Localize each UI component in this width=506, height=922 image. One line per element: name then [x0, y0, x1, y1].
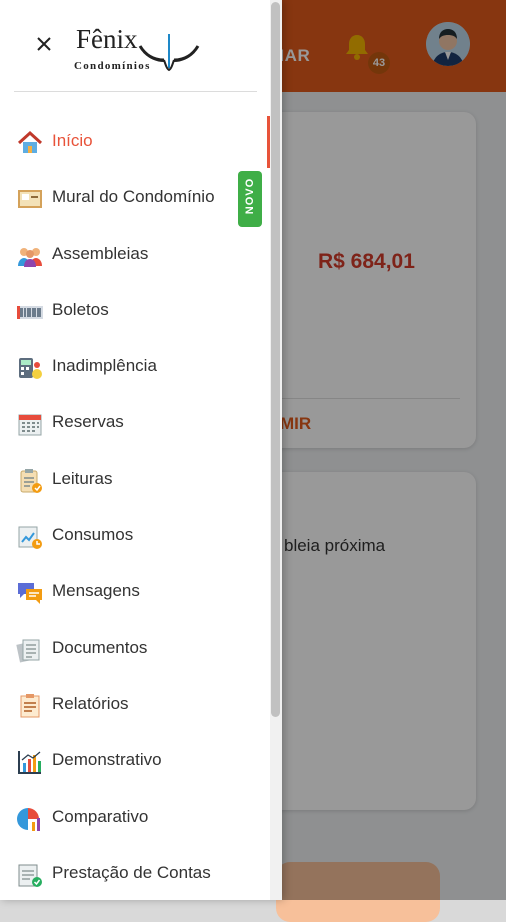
menu-label: Demonstrativo: [52, 750, 162, 770]
menu-label: Comparativo: [52, 806, 149, 826]
menu-item-mensagens[interactable]: Mensagens: [0, 564, 270, 620]
menu-item-assembleias[interactable]: Assembleias: [0, 227, 270, 283]
menu-label: Relatórios: [52, 693, 129, 713]
menu-label: Mensagens: [52, 581, 140, 601]
menu-item-documentos[interactable]: Documentos: [0, 621, 270, 677]
accountability-icon: [16, 861, 44, 889]
menu-item-leituras[interactable]: Leituras: [0, 452, 270, 508]
menu-label: Inadimplência: [52, 356, 157, 376]
menu-item-comparativo[interactable]: Comparativo: [0, 790, 270, 846]
comparison-chart-icon: [16, 805, 44, 833]
menu-label: Início: [52, 131, 93, 150]
debt-calculator-icon: [16, 354, 44, 382]
documents-icon: [16, 636, 44, 664]
menu-label: Documentos: [52, 637, 148, 657]
drawer-divider: [14, 91, 257, 92]
menu-label: Consumos: [52, 525, 134, 545]
menu-label: Assembleias: [52, 243, 149, 263]
drawer-menu: Início Mural do Condomínio Assembleias B…: [0, 114, 270, 902]
menu-item-reservas[interactable]: Reservas: [0, 395, 270, 451]
logo-name: Fênix: [76, 24, 138, 54]
clipboard-reading-icon: [16, 467, 44, 495]
barcode-icon: [16, 298, 44, 326]
phoenix-icon: [138, 34, 200, 72]
navigation-drawer: Fênix Condomínios Início Mural do Condom…: [0, 0, 282, 900]
menu-label: Prestação de Contas: [52, 862, 211, 882]
home-icon: [16, 129, 44, 157]
chat-bubbles-icon: [16, 579, 44, 607]
menu-item-prestacao-de-contas[interactable]: Prestação de Contas: [0, 846, 270, 902]
menu-item-consumos[interactable]: Consumos: [0, 508, 270, 564]
menu-label: Boletos: [52, 299, 109, 319]
menu-label: Reservas: [52, 412, 124, 432]
calendar-icon: [16, 410, 44, 438]
menu-label: Mural do Condomínio: [52, 187, 215, 207]
new-badge-label: NOVO: [244, 177, 256, 215]
menu-item-demonstrativo[interactable]: Demonstrativo: [0, 733, 270, 789]
people-meeting-icon: [16, 242, 44, 270]
bulletin-board-icon: [16, 185, 44, 213]
menu-item-inicio[interactable]: Início: [0, 114, 270, 170]
menu-item-relatorios[interactable]: Relatórios: [0, 677, 270, 733]
bar-chart-icon: [16, 748, 44, 776]
report-icon: [16, 692, 44, 720]
fenix-logo: Fênix Condomínios: [72, 18, 202, 76]
menu-item-mural[interactable]: Mural do Condomínio: [0, 170, 270, 226]
new-badge: NOVO: [238, 171, 262, 227]
menu-label: Leituras: [52, 468, 113, 488]
scrollbar-thumb[interactable]: [271, 2, 280, 717]
close-icon[interactable]: [32, 32, 56, 56]
menu-item-inadimplencia[interactable]: Inadimplência: [0, 339, 270, 395]
consumption-chart-icon: [16, 523, 44, 551]
menu-item-boletos[interactable]: Boletos: [0, 283, 270, 339]
